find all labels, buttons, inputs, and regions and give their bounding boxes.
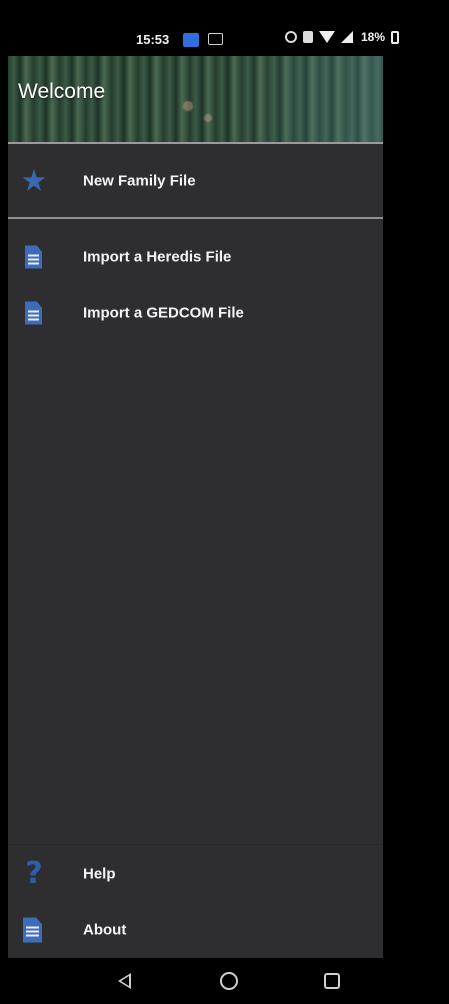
back-icon[interactable] xyxy=(118,973,131,989)
bottom-divider xyxy=(8,844,383,845)
battery-percentage: 18% xyxy=(361,30,386,44)
status-bar: 15:53 18% xyxy=(0,0,449,56)
status-time: 15:53 xyxy=(136,32,170,47)
app-notification-icon xyxy=(183,33,199,47)
mail-notification-icon xyxy=(208,33,223,45)
menu-item-help[interactable]: ? Help xyxy=(8,846,383,902)
status-indicators: 18% xyxy=(285,30,400,44)
section-divider xyxy=(8,217,383,219)
menu-item-label: About xyxy=(83,921,127,939)
drawer-title: Welcome xyxy=(18,80,106,103)
drawer-header: Welcome xyxy=(8,56,383,142)
star-icon xyxy=(22,169,46,193)
home-icon[interactable] xyxy=(220,972,238,990)
help-icon: ? xyxy=(25,856,43,891)
navigation-drawer: Welcome New Family File Import a Heredis… xyxy=(8,56,383,958)
vibrate-icon xyxy=(303,31,313,43)
menu-item-about[interactable]: About xyxy=(8,902,383,958)
menu-item-label: New Family File xyxy=(83,172,196,190)
alarm-icon xyxy=(285,31,297,43)
menu-item-label: Import a GEDCOM File xyxy=(83,304,244,322)
menu-item-label: Help xyxy=(83,865,116,883)
signal-icon xyxy=(341,31,353,43)
heredis-file-icon xyxy=(25,245,42,269)
document-icon xyxy=(23,917,42,943)
menu-item-label: Import a Heredis File xyxy=(83,248,232,266)
wifi-icon xyxy=(319,31,335,43)
recents-icon[interactable] xyxy=(324,973,340,989)
menu-item-import-gedcom[interactable]: Import a GEDCOM File xyxy=(8,285,383,341)
header-divider xyxy=(8,142,383,144)
menu-item-new-family-file[interactable]: New Family File xyxy=(8,153,383,209)
gedcom-file-icon xyxy=(25,301,42,325)
battery-icon xyxy=(391,30,400,44)
menu-item-import-heredis[interactable]: Import a Heredis File xyxy=(8,229,383,285)
system-navigation-bar xyxy=(0,958,449,1004)
